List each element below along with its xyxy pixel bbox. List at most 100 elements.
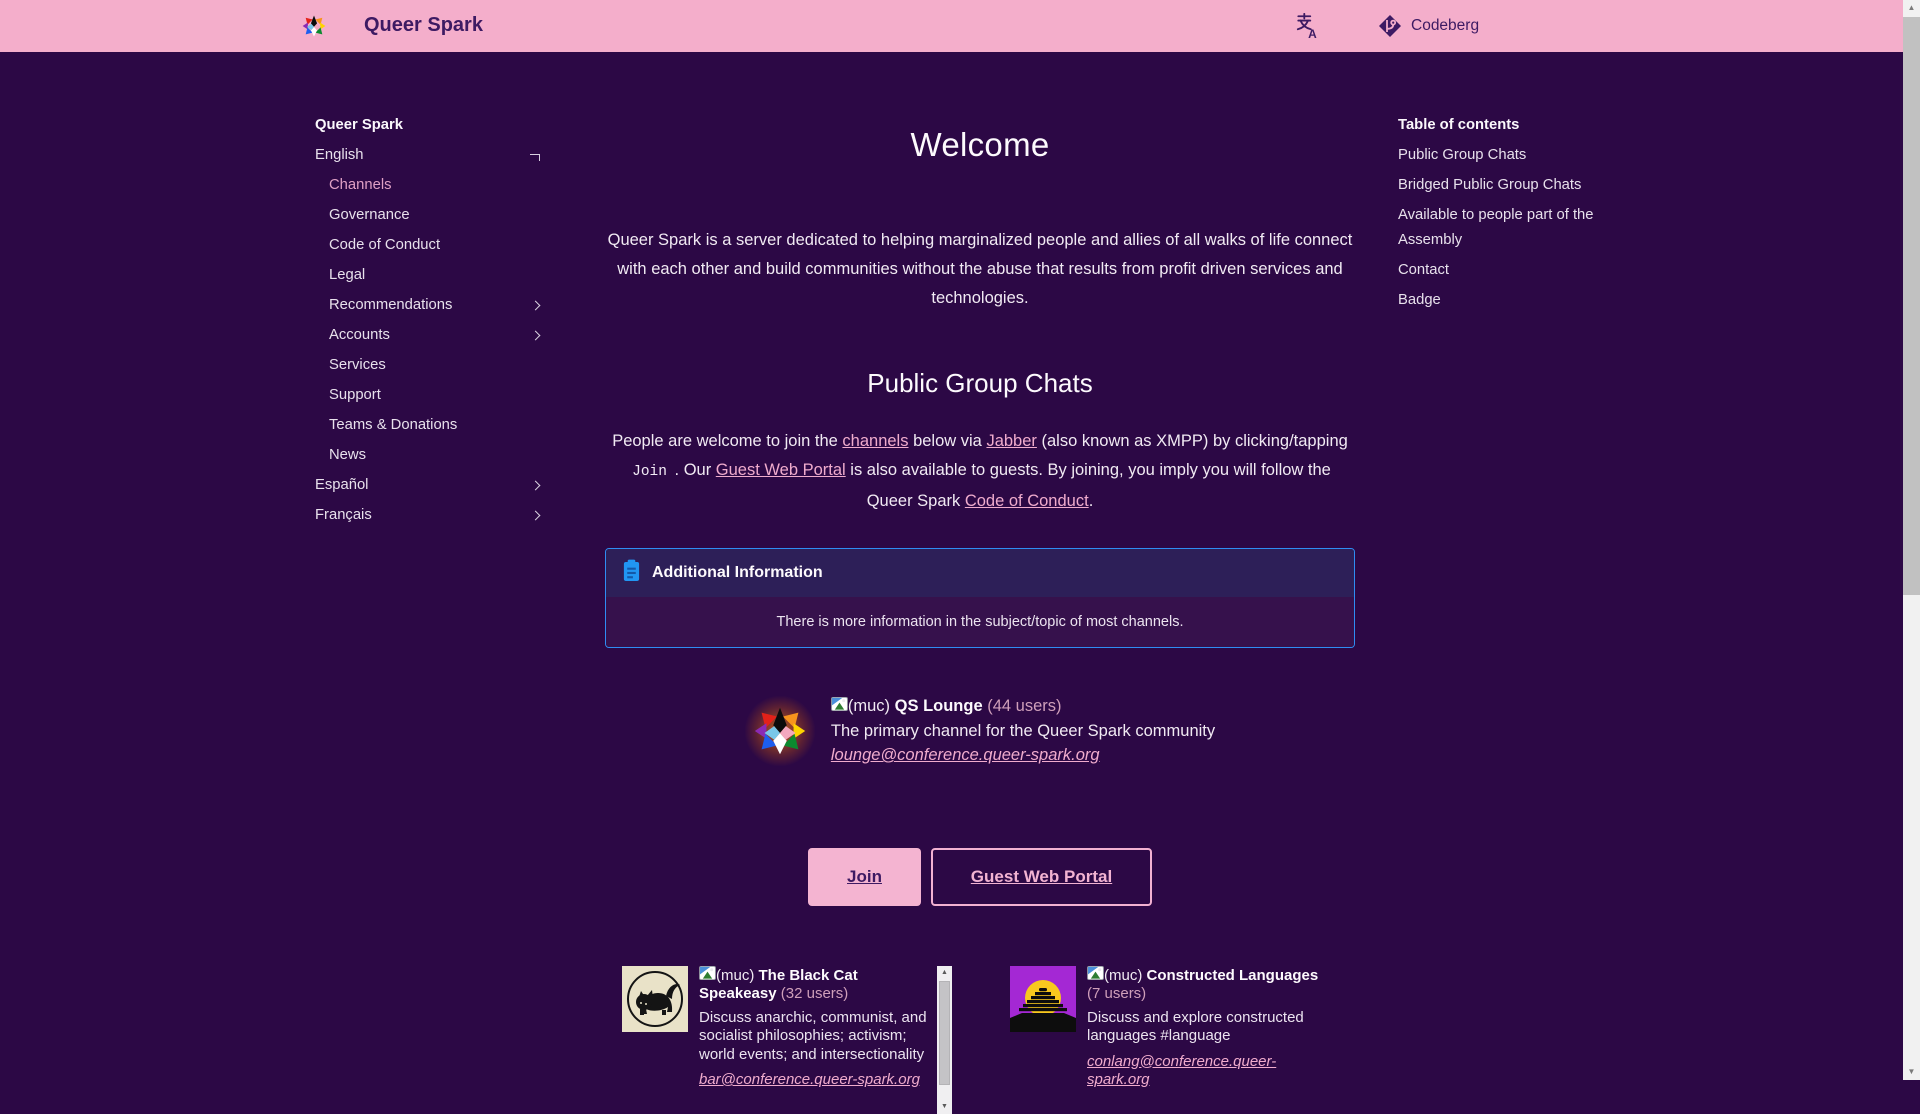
muc-alt-text: (muc) <box>847 697 891 715</box>
sidebar-item-legal[interactable]: Legal <box>315 260 545 290</box>
admonition-title: Additional Information <box>652 564 823 581</box>
card-scrollbar[interactable]: ▲ ▼ <box>937 965 952 1114</box>
black-cat-image <box>622 965 688 1032</box>
channel-user-count: (7 users) <box>1087 985 1147 1002</box>
broken-image-icon <box>699 965 716 980</box>
page-scrollbar-thumb[interactable] <box>1903 17 1920 595</box>
channel-name: QS Lounge <box>894 697 983 715</box>
featured-channel-info: (muc) QS Lounge (44 users) The primary c… <box>831 694 1215 768</box>
sidebar-item-label: Support <box>329 387 381 403</box>
chevron-right-icon <box>530 330 541 340</box>
channels-link[interactable]: channels <box>842 432 908 450</box>
sidebar-item-label: Recommendations <box>329 297 453 313</box>
qs-lounge-logo <box>744 695 815 766</box>
guest-web-portal-link[interactable]: Guest Web Portal <box>716 461 846 479</box>
toc-item-badge[interactable]: Badge <box>1398 285 1605 315</box>
scroll-down-icon[interactable]: ▼ <box>1903 1064 1920 1080</box>
sidebar-item-accounts[interactable]: Accounts <box>315 320 545 350</box>
sidebar-item-espanol[interactable]: Español <box>315 470 545 500</box>
sidebar-item-label: Accounts <box>329 327 390 343</box>
additional-information-admonition: Additional Information There is more inf… <box>605 548 1355 648</box>
code-of-conduct-link[interactable]: Code of Conduct <box>965 492 1089 510</box>
sidebar-item-news[interactable]: News <box>315 440 545 470</box>
paragraph-text: . <box>1088 492 1094 510</box>
sidebar-item-label: Code of Conduct <box>329 237 441 253</box>
page-title: Welcome <box>910 126 1050 163</box>
sidebar-item-label: Channels <box>329 177 392 193</box>
paragraph-text: below via <box>908 432 987 450</box>
codeberg-icon <box>1378 14 1402 38</box>
sidebar-item-code-of-conduct[interactable]: Code of Conduct <box>315 230 545 260</box>
sidebar-item-governance[interactable]: Governance <box>315 200 545 230</box>
ziggurat-image <box>1010 965 1076 1032</box>
sidebar-item-francais[interactable]: Français <box>315 500 545 530</box>
channel-name: Constructed Languages <box>1146 966 1319 984</box>
channel-description: Discuss and explore constructed language… <box>1087 1008 1304 1045</box>
section-heading-public-group-chats: Public Group Chats <box>867 368 1093 398</box>
channel-cards: (muc) The Black Cat Speakeasy (32 users)… <box>605 965 1355 1114</box>
scroll-up-icon[interactable]: ▲ <box>1903 0 1920 16</box>
chevron-right-icon <box>530 480 541 490</box>
sidebar-item-support[interactable]: Support <box>315 380 545 410</box>
join-code-span: Join <box>632 464 667 480</box>
channel-card-text: (muc) Constructed Languages (7 users) Di… <box>1087 965 1319 1090</box>
top-navbar: Queer Spark A Codeberg <box>0 0 1903 52</box>
sidebar-item-recommendations[interactable]: Recommendations <box>315 290 545 320</box>
page-layout: Queer Spark English Channels Governance … <box>315 52 1605 1114</box>
channel-card-constructed-languages: (muc) Constructed Languages (7 users) Di… <box>1010 965 1340 1114</box>
muc-alt-text: (muc) <box>716 966 755 984</box>
channel-address-link[interactable]: conlang@conference.queer-spark.org <box>1087 1053 1276 1089</box>
translate-icon[interactable]: A <box>1294 12 1320 41</box>
main-content: Welcome Queer Spark is a server dedicate… <box>605 110 1355 1114</box>
guest-web-portal-button[interactable]: Guest Web Portal <box>931 847 1152 906</box>
intro-paragraph: Queer Spark is a server dedicated to hel… <box>607 231 1353 307</box>
channel-card-black-cat: (muc) The Black Cat Speakeasy (32 users)… <box>622 965 952 1114</box>
card-scrollbar-thumb[interactable] <box>939 980 950 1085</box>
sidebar-item-label: Services <box>329 357 386 373</box>
channel-user-count: (44 users) <box>987 697 1062 715</box>
sidebar-item-label: Teams & Donations <box>329 417 458 433</box>
admonition-header: Additional Information <box>606 549 1354 597</box>
sidebar-item-teams-donations[interactable]: Teams & Donations <box>315 410 545 440</box>
sidebar-title: Queer Spark <box>315 117 404 133</box>
scroll-up-icon[interactable]: ▲ <box>937 966 952 980</box>
broken-image-icon <box>830 697 848 711</box>
sidebar-item-label: Français <box>315 507 372 523</box>
toc-item-public-group-chats[interactable]: Public Group Chats <box>1398 140 1605 170</box>
sidebar-item-channels[interactable]: Channels <box>315 170 545 200</box>
channel-user-count: (32 users) <box>780 985 849 1002</box>
jabber-link[interactable]: Jabber <box>986 432 1036 450</box>
sidebar-item-services[interactable]: Services <box>315 350 545 380</box>
queer-spark-logo-icon <box>300 12 328 40</box>
codeberg-label: Codeberg <box>1411 17 1480 34</box>
channel-address-link[interactable]: lounge@conference.queer-spark.org <box>831 746 1100 764</box>
svg-text:A: A <box>1308 27 1317 39</box>
scroll-down-icon[interactable]: ▼ <box>937 1100 952 1114</box>
admonition-body: There is more information in the subject… <box>606 597 1354 647</box>
site-title[interactable]: Queer Spark <box>364 14 483 37</box>
sidebar-item-label: Legal <box>329 267 366 283</box>
sidebar-item-english[interactable]: English <box>315 140 545 170</box>
left-sidebar: Queer Spark English Channels Governance … <box>315 110 545 1114</box>
collapse-toggle-icon[interactable] <box>530 153 540 161</box>
codeberg-link[interactable]: Codeberg <box>1378 14 1479 38</box>
paragraph-text: (also known as XMPP) by clicking/tapping <box>1036 432 1348 450</box>
toc-title: Table of contents <box>1398 117 1520 133</box>
broken-image-icon <box>1087 965 1104 980</box>
channel-description: Discuss anarchic, communist, and sociali… <box>699 1008 927 1063</box>
table-of-contents: Table of contents Public Group Chats Bri… <box>1398 110 1605 1114</box>
page-scrollbar[interactable]: ▲ ▼ <box>1903 0 1920 1080</box>
chevron-right-icon <box>530 300 541 310</box>
toc-item-available-assembly[interactable]: Available to people part of the Assembly <box>1398 200 1605 255</box>
muc-alt-text: (muc) <box>1104 966 1143 984</box>
clipboard-icon <box>622 559 641 587</box>
toc-item-contact[interactable]: Contact <box>1398 255 1605 285</box>
paragraph-text: . Our <box>669 461 716 479</box>
toc-item-bridged-public-group-chats[interactable]: Bridged Public Group Chats <box>1398 170 1605 200</box>
join-button[interactable]: Join <box>808 847 921 906</box>
channel-card-text: (muc) The Black Cat Speakeasy (32 users)… <box>699 965 931 1090</box>
action-buttons: Join Guest Web Portal <box>605 847 1355 906</box>
featured-channel: (muc) QS Lounge (44 users) The primary c… <box>605 694 1355 768</box>
chevron-right-icon <box>530 510 541 520</box>
paragraph-text: People are welcome to join the <box>612 432 843 450</box>
